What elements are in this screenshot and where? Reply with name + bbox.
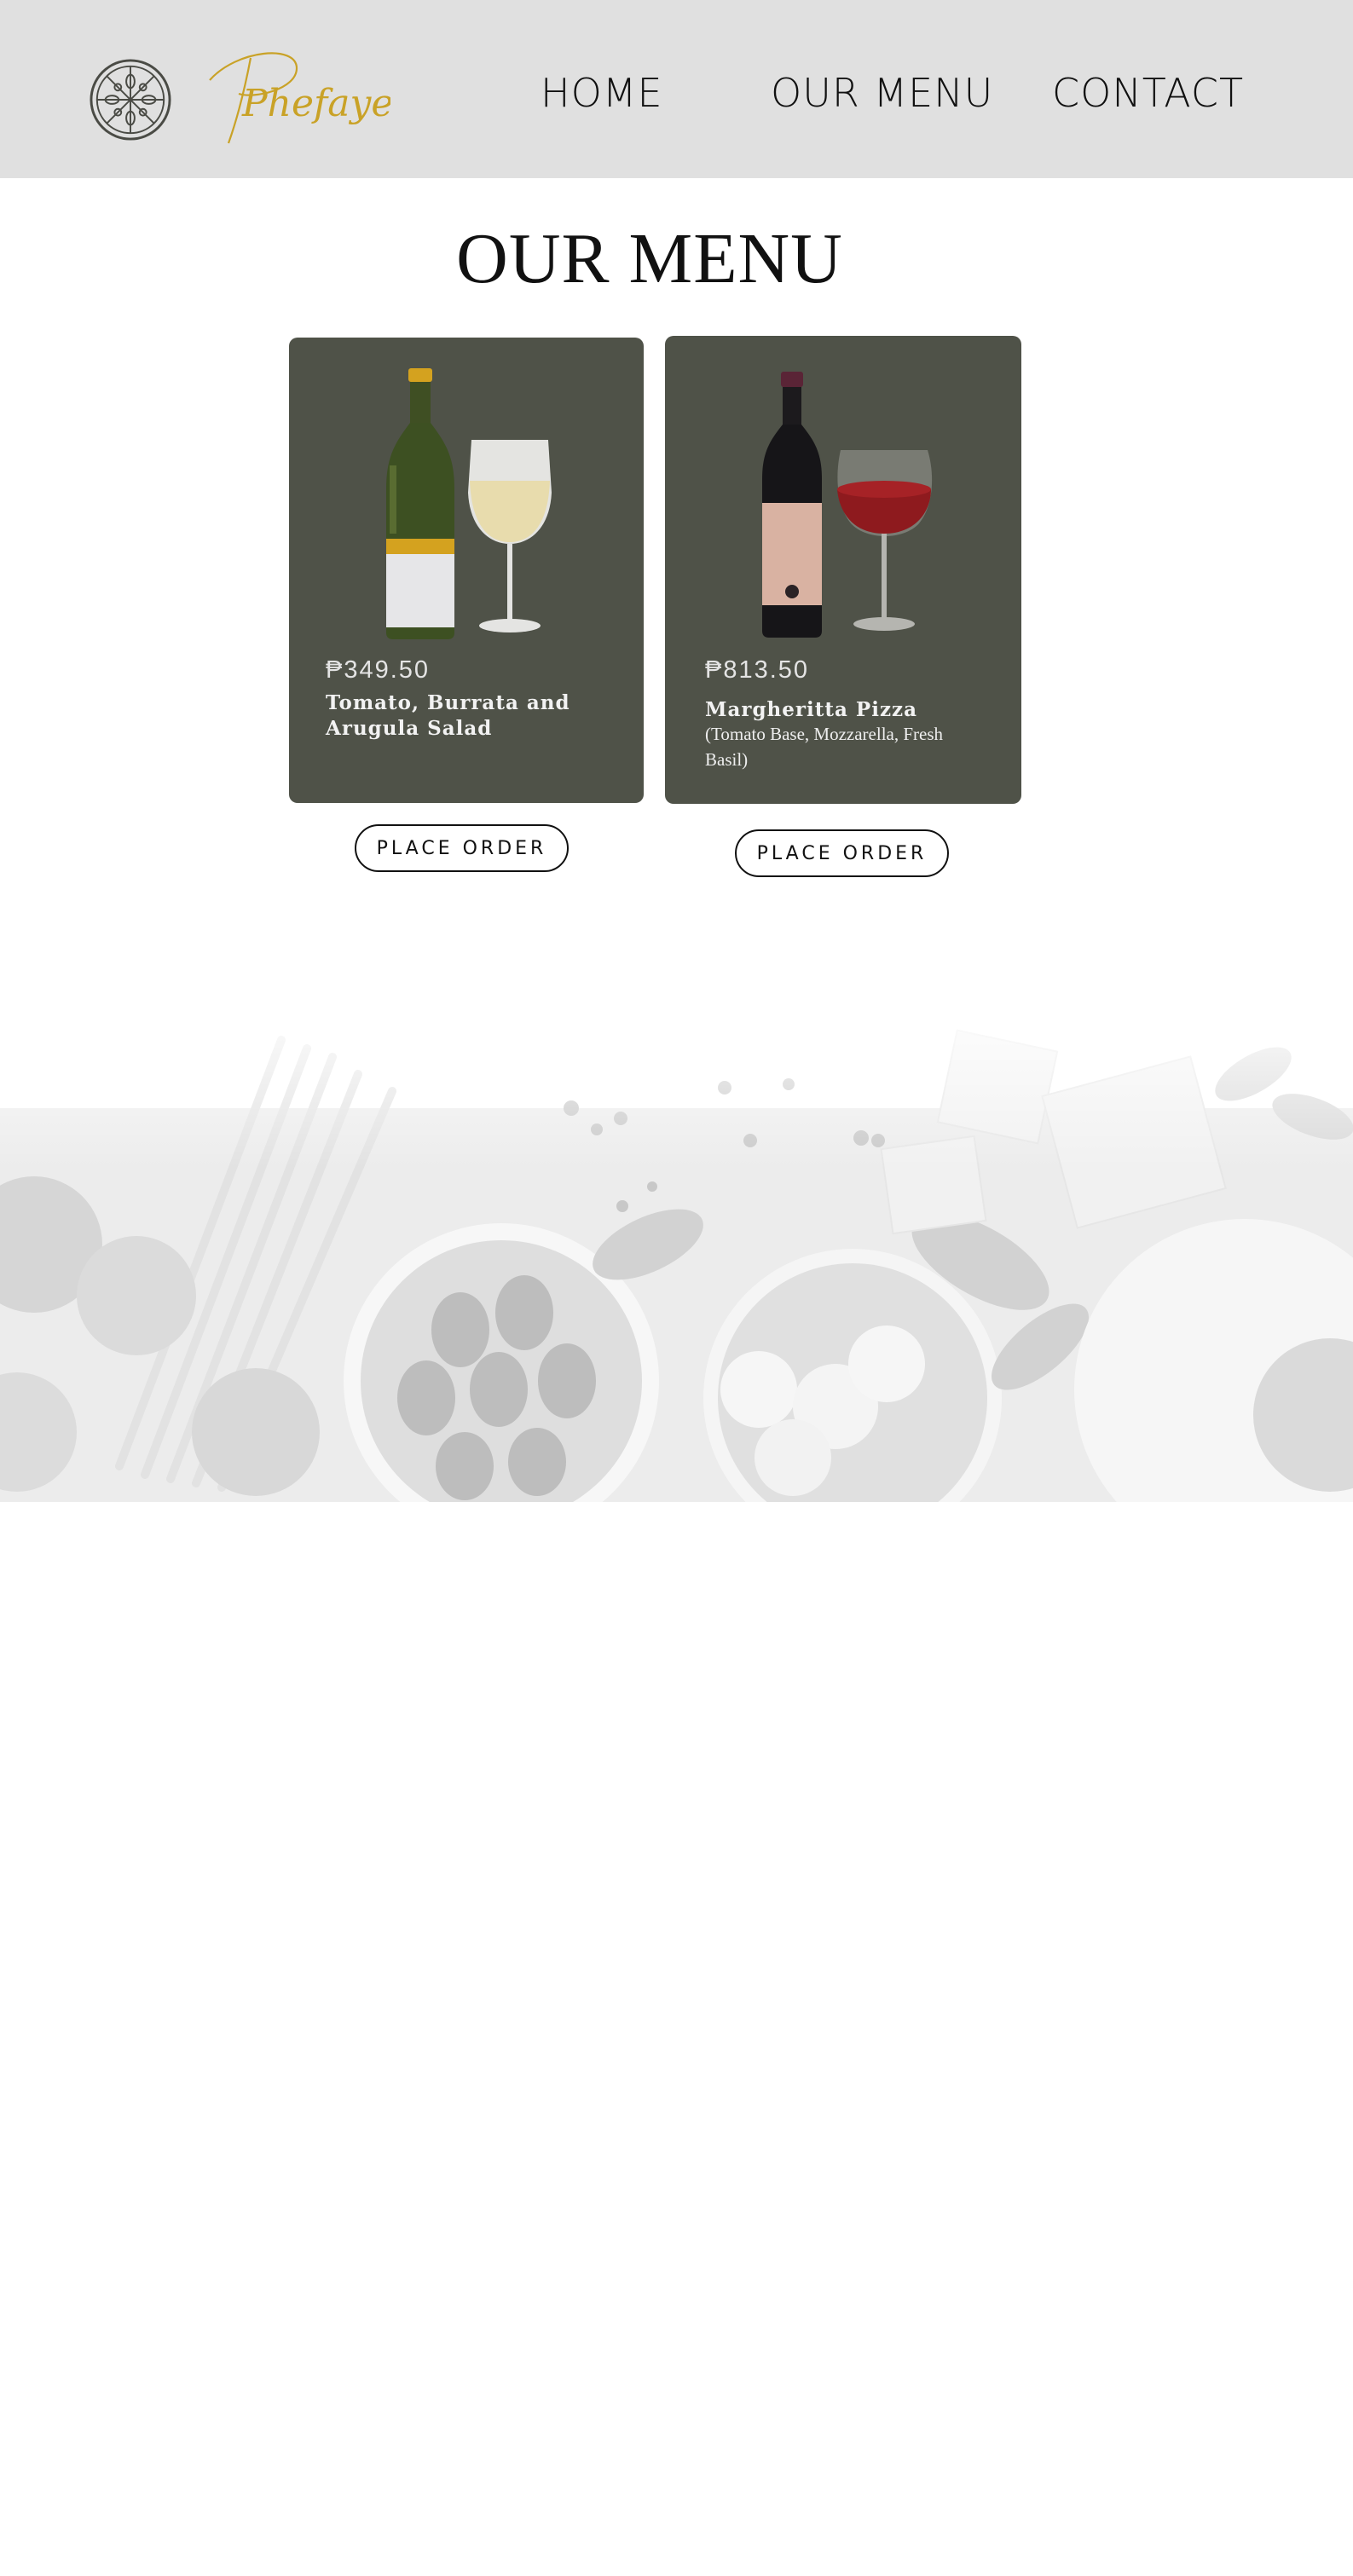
nav-home-link[interactable]: HOME	[541, 73, 663, 113]
place-order-button[interactable]: PLACE ORDER	[355, 824, 569, 872]
page-title: OUR MENU	[456, 219, 843, 298]
site-header: Phefayer HOME OUR MENU CONTACT	[0, 0, 1353, 178]
nav-our-menu-link[interactable]: OUR MENU	[771, 73, 993, 113]
card-dish-name: Tomato, Burrata and Arugula Salad	[326, 691, 570, 740]
menu-card: ₱813.50 Margheritta Pizza (Tomato Base, …	[665, 336, 1021, 804]
brand-name: Phefayer	[241, 82, 390, 125]
card-dish-description: (Tomato Base, Mozzarella, Fresh Basil)	[705, 724, 944, 770]
white-wine-image	[386, 368, 552, 639]
brand-logo[interactable]: Phefayer	[203, 43, 390, 153]
card-price: ₱813.50	[705, 656, 810, 684]
red-wine-image	[762, 372, 933, 638]
card-price: ₱349.50	[326, 656, 431, 684]
food-ingredients-banner	[0, 989, 1353, 1502]
menu-card: ₱349.50 Tomato, Burrata and Arugula Sala…	[289, 338, 644, 803]
card-dish-name: Margheritta Pizza	[705, 698, 917, 721]
pizza-emblem-icon[interactable]	[89, 58, 172, 142]
nav-contact-link[interactable]: CONTACT	[1052, 73, 1244, 113]
place-order-button[interactable]: PLACE ORDER	[735, 829, 949, 877]
